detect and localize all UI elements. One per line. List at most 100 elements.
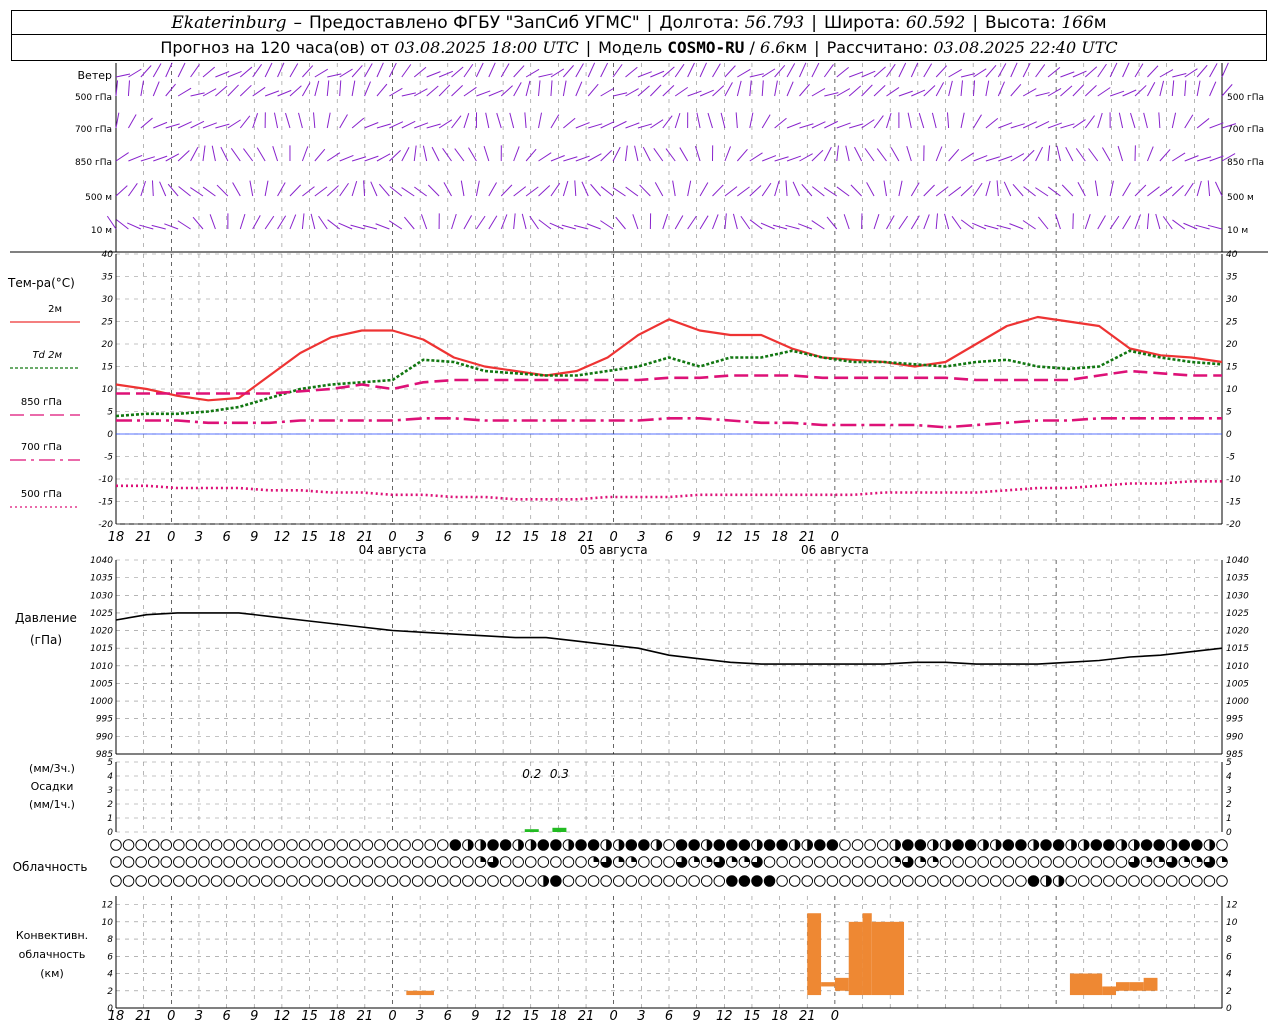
wind-barb bbox=[513, 146, 520, 162]
cloud-symbol bbox=[135, 839, 147, 851]
cloud-symbol bbox=[638, 856, 650, 868]
wind-barb bbox=[985, 80, 990, 97]
cloud-symbol bbox=[688, 875, 700, 887]
cloud-symbol bbox=[788, 875, 801, 887]
cloud-symbol-fill bbox=[945, 839, 951, 851]
wind-barb bbox=[339, 80, 342, 97]
cloud-symbol-fill bbox=[1121, 839, 1127, 851]
wind-barb bbox=[463, 113, 470, 129]
cloud-symbol-fill bbox=[1033, 839, 1039, 851]
wind-level-label-right: 700 гПа bbox=[1227, 125, 1264, 135]
temp-legend-label: 2м bbox=[48, 304, 62, 315]
wind-barb bbox=[289, 184, 302, 197]
temp-legend-label: 500 гПа bbox=[21, 489, 62, 500]
cloud-symbol bbox=[110, 875, 122, 887]
cloud-symbol bbox=[575, 875, 587, 887]
wind-barb bbox=[1047, 122, 1063, 129]
wind-barb bbox=[177, 62, 186, 78]
cloud-symbol bbox=[386, 875, 399, 887]
wind-barb bbox=[1146, 213, 1150, 230]
wind-barb bbox=[327, 219, 340, 230]
date-label: 04 августа bbox=[359, 543, 427, 557]
wind-barb bbox=[301, 146, 309, 162]
wind-barb bbox=[923, 184, 935, 197]
wind-barb bbox=[463, 63, 474, 78]
wind-barb bbox=[761, 114, 771, 129]
wind-barb bbox=[239, 213, 246, 230]
cloud-symbol bbox=[763, 856, 776, 868]
cloud-symbol-fill bbox=[500, 839, 511, 851]
time-axis-label-bottom: 12 bbox=[274, 1009, 291, 1024]
wind-barb bbox=[587, 83, 599, 97]
wind-barb bbox=[687, 180, 692, 197]
cloud-symbol bbox=[361, 856, 374, 868]
wind-barb bbox=[918, 112, 925, 129]
wind-barb bbox=[1171, 80, 1175, 97]
wind-barb bbox=[500, 63, 510, 78]
wind-barb bbox=[1196, 156, 1212, 162]
cloud-symbol bbox=[210, 875, 223, 887]
cloud-symbol bbox=[248, 856, 260, 868]
wind-barb bbox=[1094, 180, 1099, 197]
wind-barb bbox=[699, 182, 709, 197]
wind-barb bbox=[792, 181, 800, 197]
wind-barb bbox=[575, 81, 583, 97]
cloud-symbol-fill bbox=[1141, 839, 1152, 851]
cloud-symbol bbox=[273, 856, 286, 868]
cloud-symbol bbox=[1115, 875, 1128, 887]
wind-barb bbox=[252, 215, 261, 230]
cloud-symbol-fill bbox=[568, 839, 574, 851]
precip-title: (мм/1ч.) bbox=[29, 798, 75, 811]
cloud-symbol bbox=[650, 875, 663, 887]
cloud-symbol-fill bbox=[814, 839, 826, 851]
precip-tick-right: 2 bbox=[1226, 800, 1232, 810]
temp-tick-left: 0 bbox=[107, 430, 113, 440]
cloud-symbol bbox=[1115, 856, 1128, 868]
wind-barb bbox=[600, 121, 615, 129]
cloud-symbol bbox=[185, 856, 198, 868]
precip-tick-left: 0 bbox=[107, 828, 113, 838]
wind-barb bbox=[438, 70, 453, 78]
wind-level-label-left: 700 гПа bbox=[75, 125, 112, 135]
wind-barb bbox=[849, 123, 864, 129]
temp-tick-right: 25 bbox=[1226, 318, 1238, 328]
convective-tick-left: 4 bbox=[107, 970, 113, 980]
temp-tick-left: 40 bbox=[102, 250, 114, 260]
wind-barb bbox=[712, 214, 719, 230]
wind-barb bbox=[600, 186, 614, 197]
wind-barb bbox=[215, 71, 230, 78]
wind-barb bbox=[873, 115, 884, 129]
wind-barb bbox=[774, 80, 778, 97]
wind-barb bbox=[1184, 155, 1199, 162]
cloud-symbol bbox=[1052, 856, 1065, 868]
cloud-symbol bbox=[1015, 856, 1027, 868]
wind-barb bbox=[152, 81, 160, 97]
wind-barb bbox=[230, 148, 241, 162]
cloud-symbol bbox=[173, 856, 185, 868]
wind-barb bbox=[799, 153, 813, 162]
cloud-symbol bbox=[487, 875, 499, 887]
wind-barb bbox=[696, 112, 701, 129]
cloud-symbol bbox=[147, 856, 160, 868]
wind-barb bbox=[612, 146, 621, 162]
cloud-symbol-fill bbox=[656, 839, 662, 851]
wind-barb bbox=[1118, 112, 1124, 129]
wind-barb bbox=[662, 85, 675, 97]
wind-barb bbox=[232, 182, 241, 197]
wind-barb bbox=[1122, 215, 1132, 230]
wind-barb bbox=[960, 219, 974, 230]
cloud-symbol-fill bbox=[932, 839, 939, 851]
time-axis-label-bottom: 15 bbox=[522, 1009, 539, 1024]
wind-barb bbox=[861, 70, 876, 78]
wind-barb bbox=[1047, 145, 1051, 162]
wind-barb bbox=[1122, 62, 1130, 78]
cloud-symbol-fill bbox=[538, 839, 549, 851]
temp-tick-left: -15 bbox=[98, 498, 113, 508]
cloud-symbol bbox=[437, 839, 449, 851]
cloud-symbol bbox=[235, 875, 248, 887]
wind-barb bbox=[128, 154, 143, 162]
wind-barb bbox=[985, 64, 997, 78]
wind-barb bbox=[159, 181, 167, 197]
wind-barb bbox=[1097, 87, 1111, 97]
wind-barb bbox=[525, 68, 540, 78]
